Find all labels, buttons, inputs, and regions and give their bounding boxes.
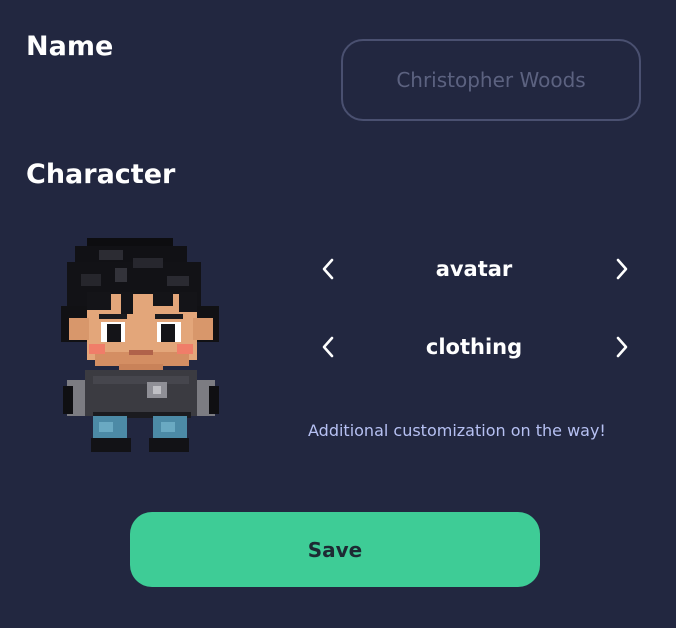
avatar-selector: avatar xyxy=(308,247,640,291)
save-button[interactable]: Save xyxy=(130,512,540,587)
name-label: Name xyxy=(26,31,114,62)
avatar-next-button[interactable] xyxy=(604,247,640,291)
clothing-next-button[interactable] xyxy=(604,325,640,369)
chevron-left-icon xyxy=(322,258,334,280)
character-label: Character xyxy=(26,159,176,190)
customization-note: Additional customization on the way! xyxy=(308,421,606,440)
chevron-left-icon xyxy=(322,336,334,358)
clothing-option-label: clothing xyxy=(425,335,523,359)
clothing-selector: clothing xyxy=(308,325,640,369)
character-preview xyxy=(59,236,223,456)
avatar-prev-button[interactable] xyxy=(310,247,346,291)
name-input[interactable] xyxy=(341,39,641,121)
avatar-option-label: avatar xyxy=(435,257,513,281)
chevron-right-icon xyxy=(616,258,628,280)
clothing-prev-button[interactable] xyxy=(310,325,346,369)
character-sprite xyxy=(61,238,219,452)
chevron-right-icon xyxy=(616,336,628,358)
